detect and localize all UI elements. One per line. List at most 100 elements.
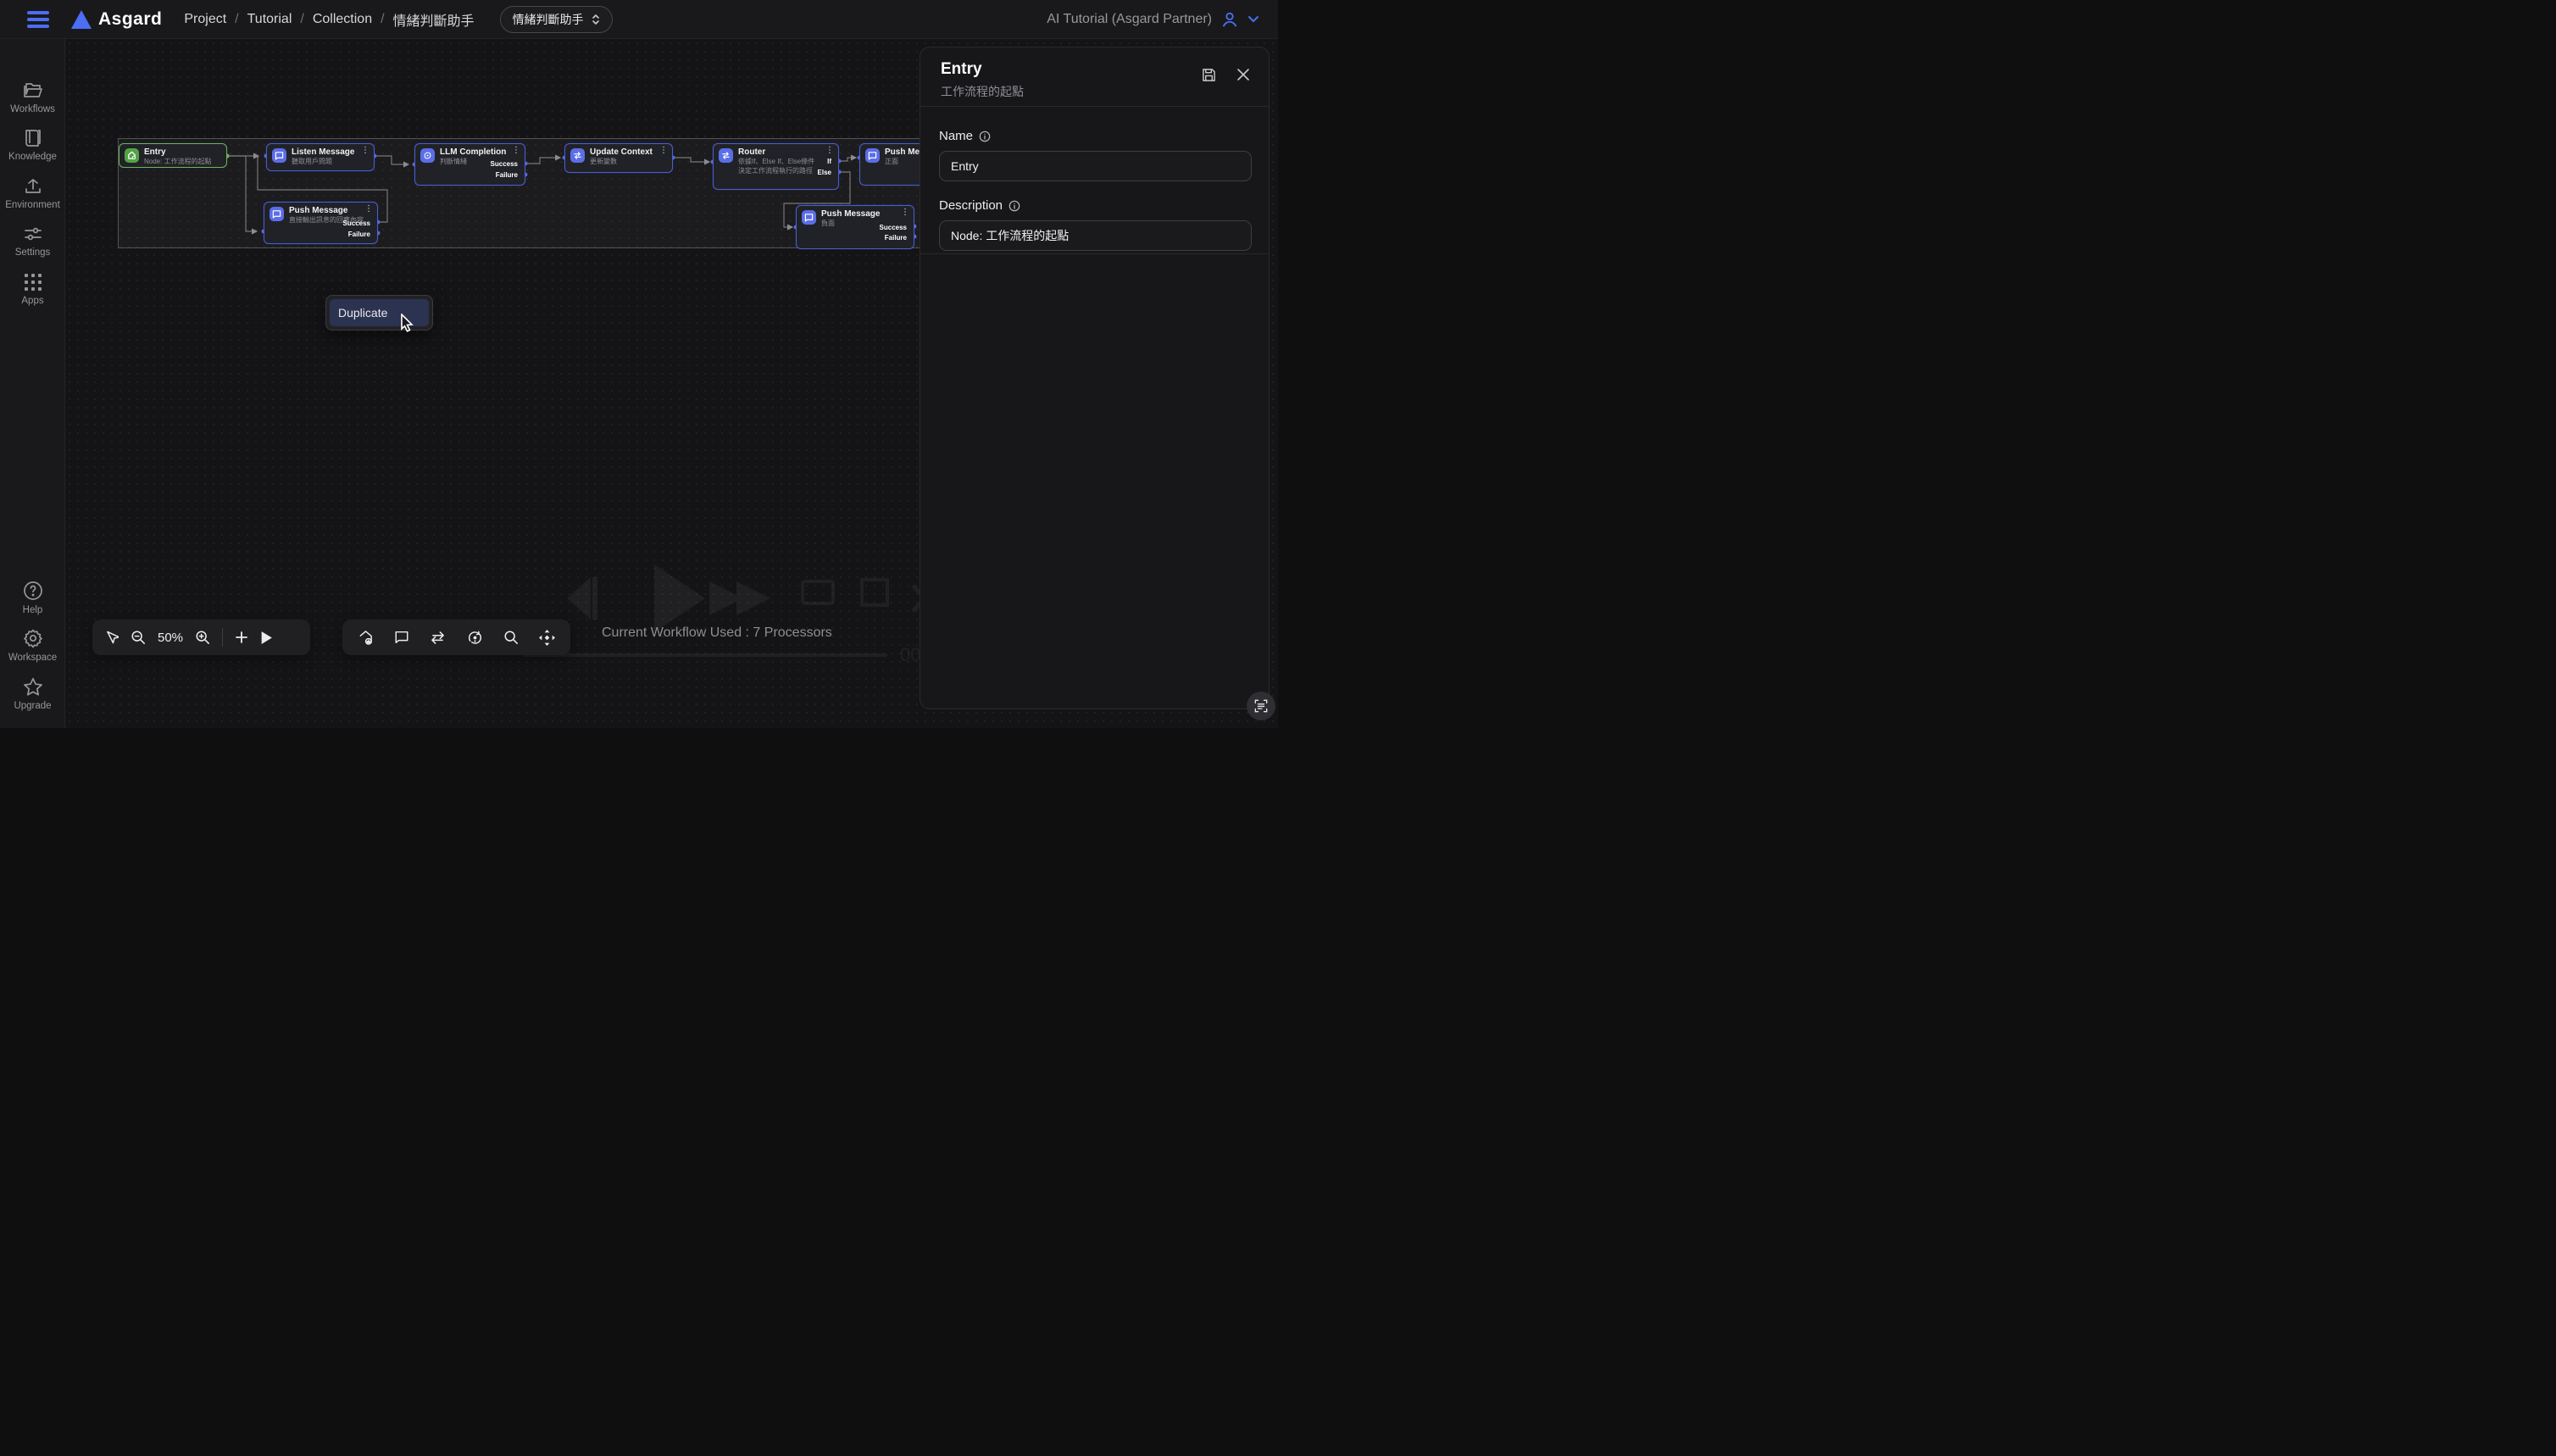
router-arrows-icon	[719, 148, 733, 163]
context-menu: Duplicate	[325, 295, 433, 331]
asgard-logo-icon	[71, 10, 92, 29]
close-icon[interactable]	[1236, 68, 1250, 81]
node-title: Push Message	[821, 209, 900, 219]
breadcrumb-tutorial[interactable]: Tutorial	[247, 12, 292, 27]
node-push-message-direct[interactable]: ⋮ Push Message 直接輸出訊息的回應內容 Success Failu…	[264, 202, 378, 244]
port-success[interactable]: Success	[880, 224, 907, 231]
node-menu-icon[interactable]: ⋮	[659, 147, 668, 155]
zoom-in-button[interactable]	[195, 630, 210, 645]
book-icon	[23, 129, 43, 147]
port-success[interactable]: Success	[343, 220, 370, 227]
add-message-node-button[interactable]	[394, 630, 409, 645]
chevron-up-down-icon	[592, 14, 600, 25]
chat-bubble-icon	[269, 207, 284, 221]
node-listen-message[interactable]: ⋮ Listen Message 聽取用戶問題	[266, 143, 375, 171]
workflow-selector-dropdown[interactable]: 情緒判斷助手	[500, 6, 613, 33]
node-push-message-negative[interactable]: ⋮ Push Message 負面 Success Failure	[796, 205, 914, 249]
sidebar-item-upgrade[interactable]: Upgrade	[0, 677, 65, 711]
panel-header: Entry 工作流程的起點	[920, 47, 1269, 107]
node-entry[interactable]: Entry Node: 工作流程的起點	[119, 143, 227, 168]
llm-cycle-icon	[420, 148, 435, 163]
sliders-icon	[23, 225, 43, 243]
sidebar-item-apps[interactable]: Apps	[0, 273, 65, 306]
panel-title: Entry	[941, 60, 982, 79]
add-context-node-button[interactable]	[430, 631, 446, 644]
node-menu-icon[interactable]: ⋮	[364, 205, 373, 214]
port-success[interactable]: Success	[491, 160, 518, 168]
add-node-button[interactable]	[235, 631, 248, 644]
node-menu-icon[interactable]: ⋮	[901, 208, 909, 217]
description-input[interactable]: Node: 工作流程的起點	[939, 220, 1252, 251]
scan-summary-button[interactable]	[1247, 692, 1275, 720]
node-llm-completion[interactable]: ⋮ LLM Completion 判斷情緒 Success Failure	[414, 143, 525, 186]
chat-bubble-icon	[802, 210, 816, 225]
user-avatar-icon[interactable]	[1220, 10, 1239, 29]
help-circle-icon	[23, 581, 43, 601]
info-icon	[979, 131, 991, 142]
sidebar-item-environment[interactable]: Environment	[0, 177, 65, 210]
upload-icon	[23, 177, 43, 196]
description-field-group: Description Node: 工作流程的起點	[939, 198, 1250, 251]
node-properties-panel: Entry 工作流程的起點 Name Entry Description	[920, 47, 1270, 709]
star-icon	[23, 677, 43, 697]
port-failure[interactable]: Failure	[885, 234, 907, 242]
add-llm-node-button[interactable]	[467, 630, 483, 646]
panel-divider	[920, 253, 1269, 254]
node-update-context[interactable]: ⋮ Update Context 更新變數	[564, 143, 673, 173]
node-router[interactable]: ⋮ Router 依據If、Else If、Else條件決定工作流程執行的路徑 …	[713, 143, 839, 190]
select-cursor-tool[interactable]	[106, 631, 119, 645]
processor-usage-status: Current Workflow Used : 7 Processors	[602, 625, 832, 641]
scan-text-icon	[1254, 699, 1268, 713]
node-title: Entry	[144, 147, 213, 157]
node-menu-icon[interactable]: ⋮	[825, 147, 834, 155]
topbar-right: AI Tutorial (Asgard Partner)	[1047, 10, 1259, 29]
user-label: AI Tutorial (Asgard Partner)	[1047, 12, 1212, 27]
node-subtitle: 聽取用戶問題	[292, 158, 370, 167]
app-root: Asgard Project / Tutorial / Collection /…	[0, 0, 1278, 728]
search-button[interactable]	[503, 630, 519, 645]
pan-navigator-button[interactable]	[539, 630, 555, 646]
zoom-out-button[interactable]	[131, 630, 146, 645]
breadcrumb-separator: /	[235, 12, 238, 27]
port-failure[interactable]: Failure	[496, 171, 518, 179]
port-if[interactable]: If	[827, 158, 831, 165]
sidebar-item-settings[interactable]: Settings	[0, 225, 65, 258]
port-else[interactable]: Else	[818, 169, 831, 176]
breadcrumb-workflow[interactable]: 情緒判斷助手	[393, 9, 475, 30]
node-title: Update Context	[590, 147, 658, 157]
node-palette-toolbar	[342, 620, 570, 655]
port-failure[interactable]: Failure	[348, 231, 370, 238]
breadcrumb-project[interactable]: Project	[184, 12, 226, 27]
sidebar-item-help[interactable]: Help	[0, 581, 65, 615]
node-subtitle: 依據If、Else If、Else條件決定工作流程執行的路徑	[738, 158, 820, 176]
sidebar-item-knowledge[interactable]: Knowledge	[0, 129, 65, 162]
save-icon[interactable]	[1202, 68, 1216, 82]
node-subtitle: Node: 工作流程的起點	[144, 158, 223, 167]
brand-name: Asgard	[98, 9, 162, 30]
breadcrumb-separator: /	[381, 12, 384, 27]
node-title: Router	[738, 147, 825, 157]
node-menu-icon[interactable]: ⋮	[361, 147, 370, 155]
sidebar-item-workflows[interactable]: Workflows	[0, 81, 65, 114]
gear-icon	[23, 628, 43, 648]
run-workflow-button[interactable]	[260, 631, 273, 645]
chevron-down-icon[interactable]	[1247, 15, 1259, 24]
context-menu-item-duplicate[interactable]: Duplicate	[330, 299, 429, 326]
canvas-zoom-toolbar: 50%	[92, 620, 310, 655]
breadcrumb-collection[interactable]: Collection	[313, 12, 372, 27]
chat-bubble-icon	[272, 148, 286, 163]
swap-arrows-icon	[570, 148, 585, 163]
entry-home-icon	[125, 148, 139, 163]
name-field-group: Name Entry	[939, 129, 1250, 181]
chat-bubble-icon	[865, 148, 880, 163]
info-icon	[1009, 200, 1020, 212]
add-entry-node-button[interactable]	[358, 630, 374, 646]
node-subtitle: 更新變數	[590, 158, 669, 167]
hamburger-menu-icon[interactable]	[27, 11, 49, 28]
sidebar-item-workspace[interactable]: Workspace	[0, 628, 65, 663]
name-input[interactable]: Entry	[939, 151, 1252, 181]
description-label: Description	[939, 198, 1003, 213]
breadcrumb-separator: /	[300, 12, 303, 27]
node-menu-icon[interactable]: ⋮	[512, 147, 520, 155]
node-title: Listen Message	[292, 147, 360, 157]
